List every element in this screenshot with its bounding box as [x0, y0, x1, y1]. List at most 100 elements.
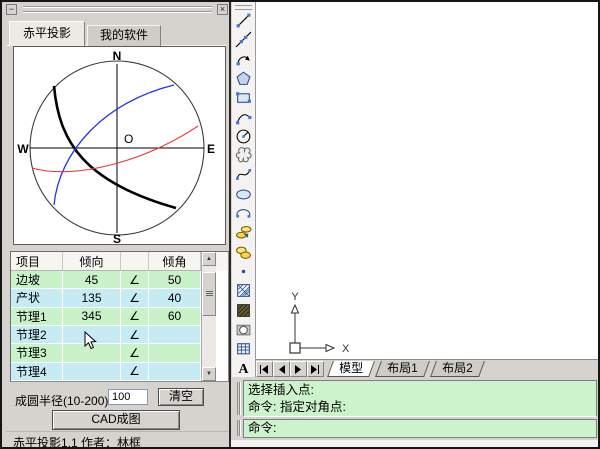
- polygon-icon[interactable]: [235, 70, 252, 87]
- radius-label: 成圆半径(10-200): [15, 392, 108, 409]
- header-angle-spacer: [121, 252, 149, 271]
- line-icon[interactable]: [235, 12, 252, 29]
- cell-item[interactable]: 节理4: [11, 363, 63, 381]
- cell-item[interactable]: 节理3: [11, 344, 63, 362]
- command-window-grip[interactable]: [237, 382, 241, 415]
- attitude-table[interactable]: 项目 倾向 倾角 ▲ ▼ 边坡45∠50产状135∠40节理1345∠60节理2…: [10, 251, 229, 382]
- cad-plot-button[interactable]: CAD成图: [52, 410, 180, 430]
- scroll-down-icon[interactable]: ▼: [202, 367, 216, 381]
- draw-toolbar: A: [232, 2, 256, 377]
- header-dip-direction: 倾向: [63, 252, 121, 271]
- minimize-icon[interactable]: −: [6, 4, 17, 15]
- palette-titlebar[interactable]: − ×: [4, 4, 228, 17]
- layout-tab-label: 布局1: [387, 361, 418, 376]
- label-south: S: [113, 232, 121, 244]
- layout-tab-model[interactable]: 模型: [327, 361, 375, 377]
- cell-dip-angle[interactable]: 60: [149, 308, 201, 326]
- label-north: N: [113, 49, 122, 63]
- ucs-icon: Y X: [282, 290, 352, 365]
- cell-dip-direction[interactable]: [63, 363, 121, 381]
- ucs-x-label: X: [342, 343, 350, 355]
- command-line-grip[interactable]: [237, 420, 241, 436]
- next-tab-icon[interactable]: [290, 361, 307, 377]
- ellipse-icon[interactable]: [235, 186, 252, 203]
- titlebar-grip: [23, 6, 212, 8]
- label-east: E: [207, 142, 215, 156]
- table-header-row: 项目 倾向 倾角 ▲ ▼: [11, 252, 228, 271]
- command-history[interactable]: 选择插入点:命令: 指定对角点:: [243, 380, 597, 417]
- arc-icon[interactable]: [235, 109, 252, 126]
- layout-tab-label: 布局2: [442, 361, 473, 376]
- construction-line-icon[interactable]: [235, 31, 252, 48]
- cell-dip-angle[interactable]: [149, 344, 201, 362]
- stereonet-diagram: N S W E O: [13, 46, 226, 245]
- layout-tab-layout2[interactable]: 布局2: [430, 361, 485, 377]
- angle-icon: ∠: [121, 344, 149, 362]
- cell-item[interactable]: 边坡: [11, 271, 63, 289]
- multiline-text-icon[interactable]: A: [235, 359, 252, 376]
- circle-icon[interactable]: [235, 128, 252, 145]
- screenshot-root: − × 赤平投影 我的软件 N S W E O: [0, 0, 600, 449]
- spline-icon[interactable]: [235, 166, 252, 183]
- point-icon[interactable]: [235, 263, 252, 280]
- cell-dip-angle[interactable]: [149, 363, 201, 381]
- table-row[interactable]: 节理3 ∠: [11, 344, 228, 362]
- scrollbar-thumb[interactable]: [202, 272, 216, 316]
- radius-input[interactable]: [108, 389, 148, 405]
- make-block-icon[interactable]: [235, 244, 252, 261]
- ellipse-arc-icon[interactable]: [235, 205, 252, 222]
- cell-dip-angle[interactable]: 40: [149, 289, 201, 307]
- cell-dip-direction[interactable]: 135: [63, 289, 121, 307]
- angle-icon: ∠: [121, 308, 149, 326]
- tab-my-software[interactable]: 我的软件: [87, 25, 161, 46]
- tab-stereographic-projection[interactable]: 赤平投影: [9, 21, 85, 46]
- hatch-icon[interactable]: [235, 282, 252, 299]
- window-divider: [229, 0, 231, 449]
- cell-dip-direction[interactable]: 345: [63, 308, 121, 326]
- close-icon[interactable]: ×: [217, 4, 228, 15]
- gradient-icon[interactable]: [235, 302, 252, 319]
- table-row[interactable]: 节理1345∠60: [11, 308, 228, 326]
- table-row[interactable]: 节理4∠: [11, 363, 228, 381]
- scroll-up-icon[interactable]: ▲: [202, 252, 216, 266]
- palette-status-text: 赤平投影1.1 作者：林框: [13, 434, 141, 449]
- cell-item[interactable]: 节理2: [11, 326, 63, 344]
- insert-block-icon[interactable]: [235, 224, 252, 241]
- cell-dip-direction[interactable]: 45: [63, 271, 121, 289]
- table-icon[interactable]: [235, 340, 252, 357]
- angle-icon: ∠: [121, 271, 149, 289]
- first-tab-icon[interactable]: [256, 361, 273, 377]
- toolbar-grip[interactable]: [235, 5, 252, 10]
- cell-dip-angle[interactable]: [149, 326, 201, 344]
- header-item: 项目: [11, 252, 63, 271]
- table-row[interactable]: 产状135∠40: [11, 289, 228, 307]
- polyline-icon[interactable]: [235, 51, 252, 68]
- layout-tab-label: 模型: [339, 361, 363, 376]
- command-prompt[interactable]: 命令:: [243, 419, 597, 438]
- cad-window: A Y X 模型 布局1 布局2: [231, 2, 598, 447]
- layout-tab-layout1[interactable]: 布局1: [375, 361, 430, 377]
- cell-item[interactable]: 产状: [11, 289, 63, 307]
- label-center: O: [124, 132, 133, 146]
- cell-item[interactable]: 节理1: [11, 308, 63, 326]
- table-scrollbar[interactable]: ▲ ▼: [201, 252, 216, 381]
- revision-cloud-icon[interactable]: [235, 147, 252, 164]
- joint1-great-circle: [32, 126, 198, 172]
- svg-text:A: A: [239, 361, 249, 376]
- table-row[interactable]: 节理2 ∠: [11, 326, 228, 344]
- region-icon[interactable]: [235, 321, 252, 338]
- slope-great-circle: [54, 86, 176, 208]
- rectangle-icon[interactable]: [235, 89, 252, 106]
- drawing-area[interactable]: Y X: [256, 2, 598, 359]
- last-tab-icon[interactable]: [307, 361, 324, 377]
- command-history-line: 命令: 指定对角点:: [248, 399, 592, 416]
- divider: [6, 431, 228, 432]
- angle-icon: ∠: [121, 326, 149, 344]
- command-window[interactable]: 选择插入点:命令: 指定对角点: 命令:: [231, 378, 598, 440]
- command-history-line: 选择插入点:: [248, 382, 592, 399]
- layout-tab-bar: 模型 布局1 布局2: [256, 359, 598, 378]
- previous-tab-icon[interactable]: [273, 361, 290, 377]
- clear-button[interactable]: 清空: [158, 388, 204, 406]
- table-row[interactable]: 边坡45∠50: [11, 271, 228, 289]
- cell-dip-angle[interactable]: 50: [149, 271, 201, 289]
